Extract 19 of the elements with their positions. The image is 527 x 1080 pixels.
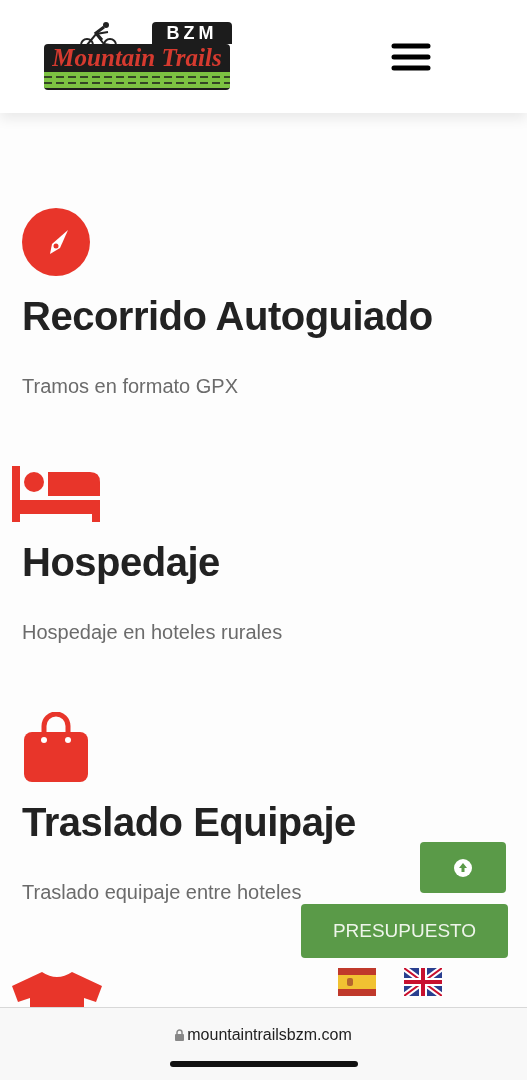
uk-flag-icon[interactable] — [404, 968, 442, 996]
menu-icon[interactable] — [391, 42, 431, 71]
service-description: Traslado equipaje entre hoteles — [22, 880, 303, 905]
arrow-up-circle-icon — [454, 858, 472, 877]
logo-title: Mountain Trails — [51, 43, 223, 72]
url-text[interactable]: mountaintrailsbzm.com — [187, 1025, 352, 1045]
bed-icon — [12, 466, 102, 522]
scroll-top-button[interactable] — [420, 842, 506, 893]
service-title: Recorrido Autoguiado — [22, 293, 434, 340]
logo-badge: BZM — [152, 21, 232, 44]
spanish-flag-icon[interactable] — [338, 968, 376, 996]
service-title: Hospedaje — [22, 539, 221, 586]
service-title: Traslado Equipaje — [22, 799, 357, 846]
compass-icon — [22, 208, 90, 276]
lock-icon — [175, 1029, 185, 1041]
service-description: Tramos en formato GPX — [22, 374, 239, 399]
service-description: Hospedaje en hoteles rurales — [22, 620, 284, 645]
logo[interactable]: BZM Mountain Trails — [42, 21, 232, 92]
shopping-bag-icon — [24, 712, 88, 782]
